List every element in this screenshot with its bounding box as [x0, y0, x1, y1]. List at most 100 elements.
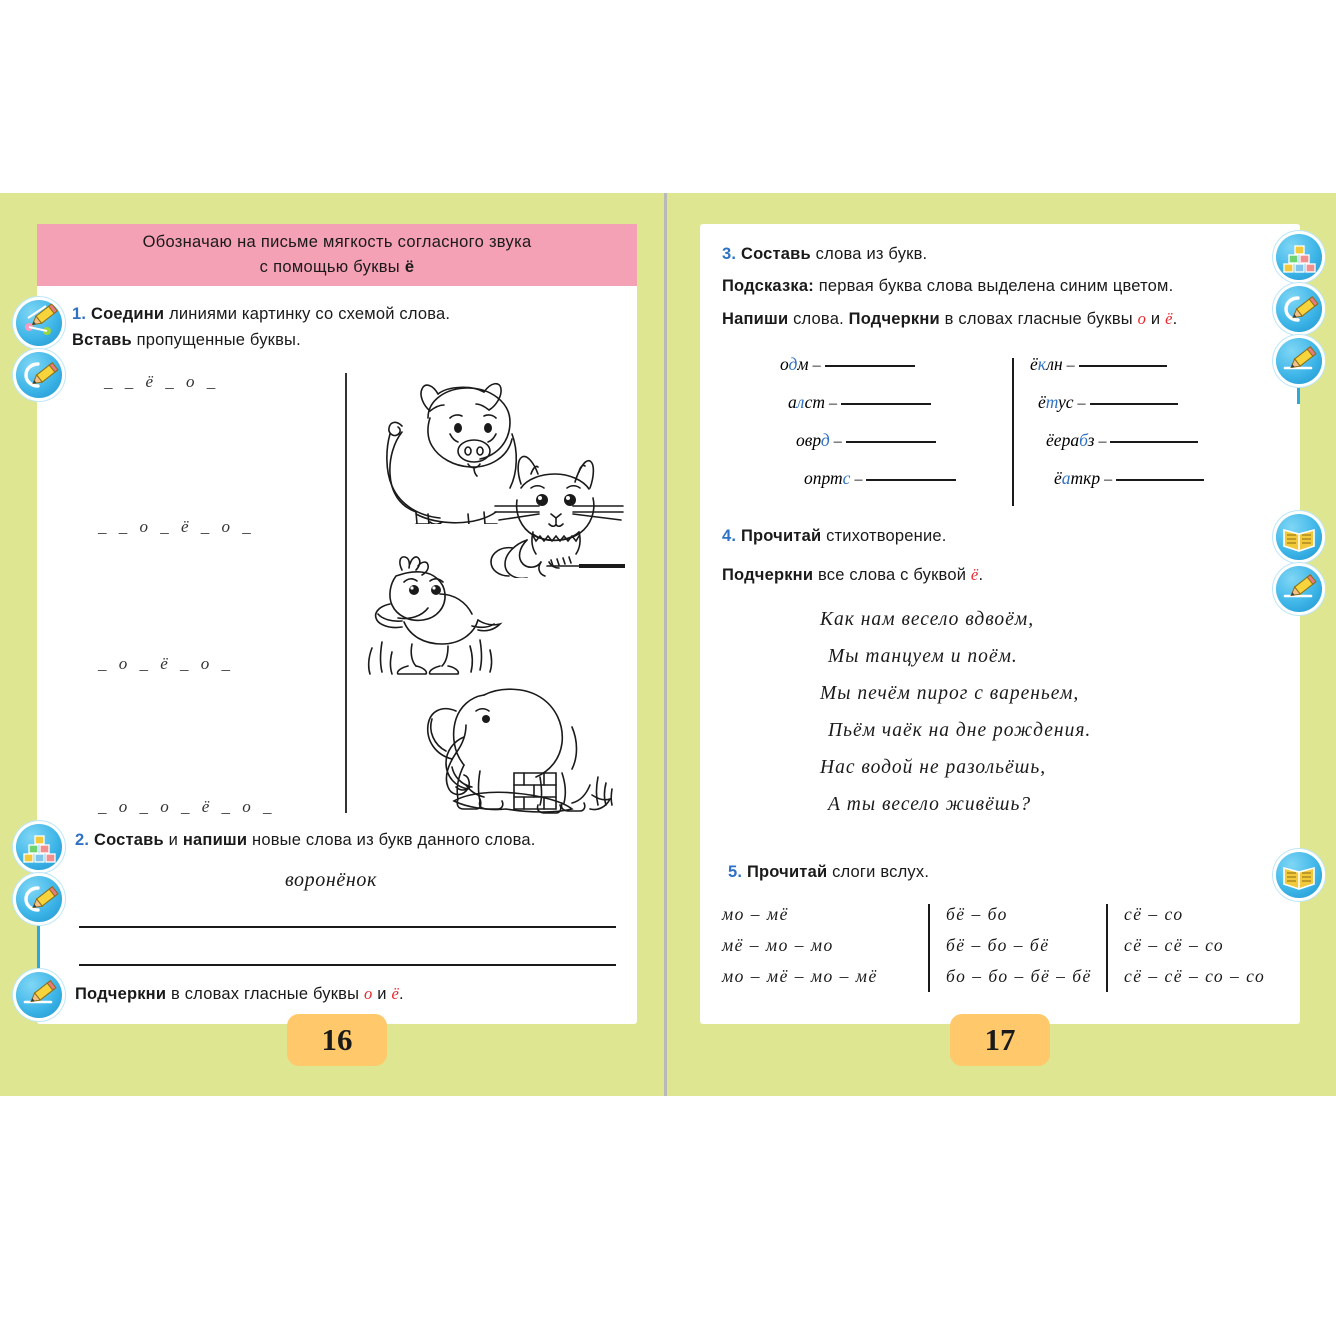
- task3-hint-label: Подсказка:: [722, 277, 814, 295]
- dash: –: [825, 395, 842, 412]
- answer-blank[interactable]: [1089, 402, 1178, 405]
- dash: –: [1062, 357, 1079, 374]
- letter-yo-red: ё: [1165, 309, 1173, 328]
- answer-blank[interactable]: [824, 364, 915, 367]
- task5-number: 5.: [728, 863, 743, 881]
- elephant-illustration: [427, 688, 613, 814]
- task3-word-row[interactable]: алст –: [788, 392, 932, 413]
- letter-yo-red: ё: [391, 984, 399, 1003]
- task5-instruction: 5. Прочитай слоги вслух.: [728, 863, 930, 881]
- dash: –: [1073, 395, 1090, 412]
- answer-blank[interactable]: [1116, 478, 1205, 481]
- lesson-banner: Обозначаю на письме мягкость согласного …: [37, 224, 637, 286]
- task3-word-row[interactable]: одм –: [780, 354, 915, 375]
- task3-word-row[interactable]: опртс –: [804, 468, 957, 489]
- write-pencil-icon: [16, 876, 62, 922]
- task3-number: 3.: [722, 245, 737, 263]
- task2-bold2: напиши: [182, 831, 248, 849]
- task1-work-area: _ _ ё _ о _ _ _ о _ ё _ о _ _ о _ ё _ о …: [72, 372, 625, 822]
- syllable-column-divider: [928, 904, 930, 992]
- task2-answer-line-2[interactable]: [79, 964, 616, 966]
- scrambled-letters: оврд: [796, 430, 830, 450]
- word-scheme-3[interactable]: _ о _ ё _ о _: [98, 654, 234, 674]
- scrambled-letters: ёерабз: [1046, 430, 1095, 450]
- task2-instruction: 2. Составь и напиши новые слова из букв …: [75, 831, 536, 849]
- scrambled-letters: ёаткр: [1054, 468, 1101, 488]
- syllable-column-divider: [1106, 904, 1108, 992]
- underline-pencil-icon: [1276, 566, 1322, 612]
- duckling-illustration: [367, 556, 503, 675]
- syllable-cell: сё – сё – со – со: [1124, 966, 1266, 986]
- letter-o-red: о: [1137, 309, 1147, 328]
- scrambled-letters: опртс: [804, 468, 851, 488]
- column-divider: [345, 373, 347, 813]
- banner-line1: Обозначаю на письме мягкость согласного …: [142, 233, 532, 252]
- scrambled-letters: алст: [788, 392, 826, 412]
- task3-bold-napishi: Напиши: [722, 310, 789, 328]
- page-number-left: 16: [287, 1014, 387, 1066]
- syllable-cell: мо – мё: [722, 904, 789, 924]
- task3-column-divider: [1012, 358, 1014, 506]
- scrambled-letters: ётус: [1038, 392, 1074, 412]
- task4-number: 4.: [722, 527, 737, 545]
- syllable-cell: сё – сё – со: [1124, 935, 1225, 955]
- open-book-icon: [1276, 852, 1322, 898]
- word-scheme-1[interactable]: _ _ ё _ о _: [104, 372, 219, 392]
- dash: –: [808, 357, 825, 374]
- dash: –: [829, 433, 846, 450]
- scrambled-letters: одм: [780, 354, 809, 374]
- answer-blank[interactable]: [841, 402, 932, 405]
- underline-pencil-icon: [1276, 338, 1322, 384]
- syllable-cell: сё – со: [1124, 904, 1184, 924]
- task2-number: 2.: [75, 831, 90, 849]
- connect-lines-pencil-icon: [16, 300, 62, 346]
- answer-blank[interactable]: [866, 478, 957, 481]
- open-book-icon: [1276, 514, 1322, 560]
- task4-bold1: Прочитай: [740, 527, 822, 545]
- task3-word-row[interactable]: ёаткр –: [1054, 468, 1205, 489]
- task3-word-row[interactable]: оврд –: [796, 430, 936, 451]
- task3-word-row[interactable]: ётус –: [1038, 392, 1178, 413]
- syllable-table: мо – мё мё – мо – мо мо – мё – мо – мё бё –…: [714, 904, 1294, 1004]
- task3-bold1: Составь: [740, 245, 811, 263]
- syllable-cell: мё – мо – мо: [722, 935, 834, 955]
- right-page: 3. Составь слова из букв. Подсказка: пер…: [700, 224, 1322, 1024]
- syllable-cell: бё – бо: [946, 904, 1008, 924]
- task1-number: 1.: [72, 305, 87, 323]
- task1-icon-rail: [16, 300, 62, 410]
- dash: –: [1100, 471, 1117, 488]
- word-scheme-2[interactable]: _ _ о _ ё _ о _: [98, 517, 255, 537]
- task5-icon-rail: [1276, 852, 1322, 902]
- dash: –: [1094, 433, 1111, 450]
- task3-word-row[interactable]: ёерабз –: [1046, 430, 1199, 451]
- task3-hint: Подсказка: первая буква слова выделена с…: [722, 277, 1174, 295]
- answer-blank[interactable]: [845, 440, 936, 443]
- underline-pencil-icon: [16, 972, 62, 1018]
- task4-instruction: 4. Прочитай стихотворение.: [722, 527, 947, 545]
- write-pencil-icon: [16, 352, 62, 398]
- syllable-cell: бё – бо – бё: [946, 935, 1050, 955]
- dash: –: [850, 471, 867, 488]
- book-spine: [664, 193, 667, 1096]
- task2-answer-line-1[interactable]: [79, 926, 616, 928]
- task4-bold2: Подчеркни: [722, 566, 814, 584]
- poem-line: Мы печём пирог с вареньем,: [820, 683, 1080, 704]
- task5-bold1: Прочитай: [746, 863, 828, 881]
- blocks-icon: [1276, 234, 1322, 280]
- answer-blank[interactable]: [1110, 440, 1199, 443]
- task3-word-row[interactable]: ёклн –: [1030, 354, 1167, 375]
- word-scheme-4[interactable]: _ о _ о _ ё _ о _: [98, 797, 276, 817]
- banner-line2: с помощью буквы ё: [259, 258, 415, 276]
- workbook-spread: Обозначаю на письме мягкость согласного …: [0, 193, 1336, 1096]
- page-number-right: 17: [950, 1014, 1050, 1066]
- task1-bold2: Вставь: [72, 330, 132, 349]
- poem-line: А ты весело живёшь?: [828, 794, 1032, 815]
- answer-blank[interactable]: [1078, 364, 1167, 367]
- syllable-cell: бо – бо – бё – бё: [946, 966, 1092, 986]
- task1-bold1: Соедини: [90, 305, 165, 323]
- task3-bold-podcherkni: Подчеркни: [848, 310, 940, 328]
- banner-letter: ё: [404, 258, 415, 276]
- task3-icon-rail: [1276, 234, 1322, 434]
- poem-line: Пьём чаёк на дне рождения.: [828, 720, 1092, 741]
- task4-icon-rail: [1276, 514, 1322, 624]
